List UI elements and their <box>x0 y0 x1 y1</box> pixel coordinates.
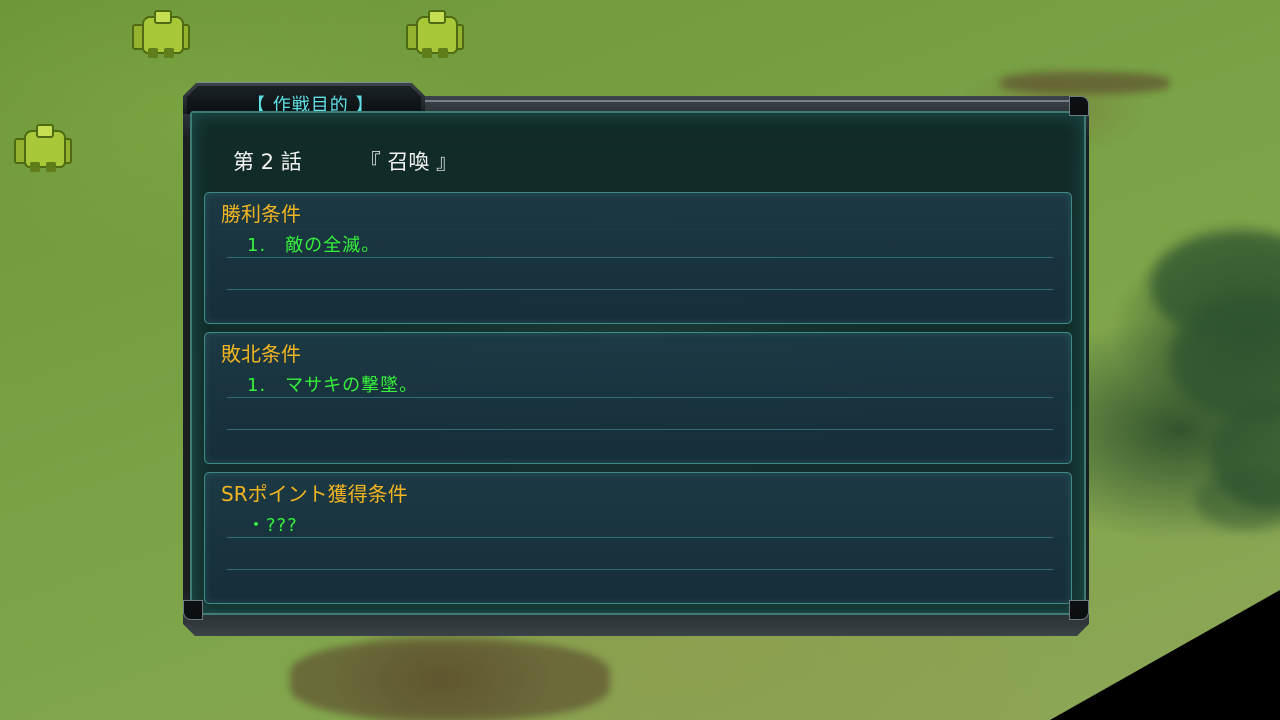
mission-objective-window: 【 作戦目的 】 第 2 話 『 召喚 』 勝利条件 1. 敵の全滅。 敗北条件 … <box>183 82 1089 636</box>
sr-point-condition-item: ・??? <box>247 515 298 536</box>
victory-conditions-box: 勝利条件 1. 敵の全滅。 <box>204 192 1072 324</box>
mech-unit-icon[interactable] <box>14 124 72 172</box>
frame-corner-top-right <box>1069 96 1089 116</box>
stage-title: 第 2 話 『 召喚 』 <box>233 146 457 176</box>
window-title-tab-inner: 【 作戦目的 】 <box>187 86 421 114</box>
frame-corner-bottom-left <box>183 600 203 620</box>
defeat-conditions-box: 敗北条件 1. マサキの撃墜。 <box>204 332 1072 464</box>
mech-unit-icon[interactable] <box>406 10 464 58</box>
row-divider <box>227 537 1053 538</box>
frame-corner-bottom-right <box>1069 600 1089 620</box>
victory-conditions-heading: 勝利条件 <box>221 202 301 226</box>
row-divider <box>227 289 1053 290</box>
victory-condition-item: 1. 敵の全滅。 <box>247 235 381 256</box>
row-divider <box>227 257 1053 258</box>
mech-unit-icon[interactable] <box>132 10 190 58</box>
defeat-conditions-heading: 敗北条件 <box>221 342 301 366</box>
row-divider <box>227 429 1053 430</box>
stage-number: 第 2 話 <box>233 150 302 174</box>
sr-point-conditions-heading: SRポイント獲得条件 <box>221 482 408 506</box>
sr-point-conditions-box: SRポイント獲得条件 ・??? <box>204 472 1072 604</box>
stage-subtitle: 『 召喚 』 <box>359 150 458 174</box>
row-divider <box>227 569 1053 570</box>
defeat-condition-item: 1. マサキの撃墜。 <box>247 375 419 396</box>
row-divider <box>227 397 1053 398</box>
